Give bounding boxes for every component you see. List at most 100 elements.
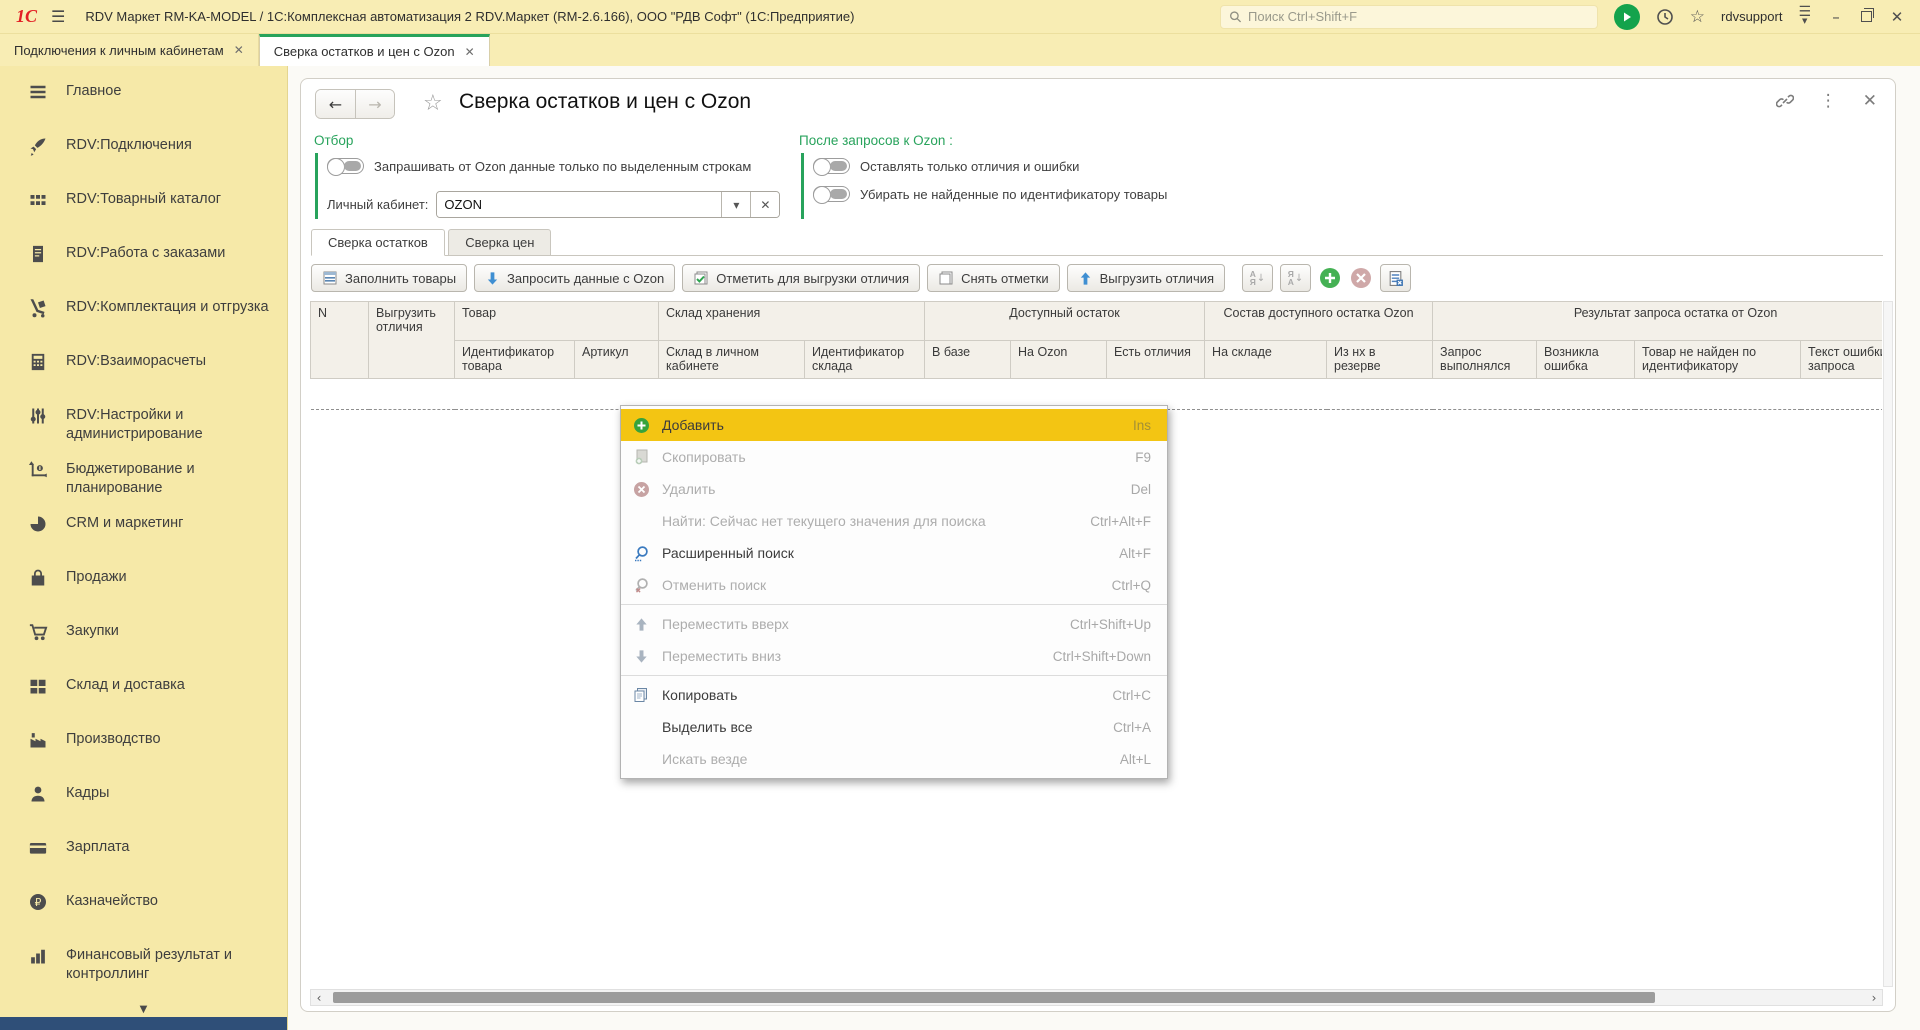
sidebar-item-shipping[interactable]: RDV:Комплектация и отгрузка bbox=[0, 298, 287, 336]
col-in-reserve[interactable]: Из нх в резерве bbox=[1327, 341, 1433, 379]
search-input[interactable] bbox=[1248, 9, 1589, 24]
sidebar-item-sales[interactable]: Продажи bbox=[0, 568, 287, 606]
col-error-occurred[interactable]: Возникла ошибка bbox=[1537, 341, 1635, 379]
menu-item-delete[interactable]: Удалить Del bbox=[621, 473, 1167, 505]
play-button[interactable] bbox=[1614, 4, 1640, 30]
vertical-scrollbar[interactable] bbox=[1883, 301, 1893, 987]
group-available-stock[interactable]: Доступный остаток bbox=[925, 302, 1205, 341]
col-in-base[interactable]: В базе bbox=[925, 341, 1011, 379]
sidebar-item-catalog[interactable]: RDV:Товарный каталог bbox=[0, 190, 287, 228]
col-error-text[interactable]: Текст ошибки запроса bbox=[1801, 341, 1882, 379]
menu-item-move-down[interactable]: Переместить вниз Ctrl+Shift+Down bbox=[621, 640, 1167, 672]
subtab-prices[interactable]: Сверка цен bbox=[448, 229, 551, 256]
sidebar-expand-icon[interactable]: ▼ bbox=[0, 1004, 287, 1015]
menu-item-search-everywhere[interactable]: Искать везде Alt+L bbox=[621, 743, 1167, 775]
after-section-bar bbox=[801, 153, 804, 219]
sidebar-item-purchases[interactable]: Закупки bbox=[0, 622, 287, 660]
maximize-button[interactable] bbox=[1861, 11, 1872, 22]
col-request-done[interactable]: Запрос выполнялся bbox=[1433, 341, 1537, 379]
group-warehouse[interactable]: Склад хранения bbox=[659, 302, 925, 341]
minimize-button[interactable]: – bbox=[1827, 8, 1845, 26]
sidebar-item-settlements[interactable]: RDV:Взаиморасчеты bbox=[0, 352, 287, 390]
more-menu-icon[interactable]: ⋮ bbox=[1820, 91, 1837, 111]
user-menu-icon[interactable]: ☰ ▼ bbox=[1798, 8, 1811, 25]
current-user[interactable]: rdvsupport bbox=[1721, 9, 1782, 24]
sidebar-item-production[interactable]: Производство bbox=[0, 730, 287, 768]
menu-item-move-up[interactable]: Переместить вверх Ctrl+Shift+Up bbox=[621, 608, 1167, 640]
toggle-switch[interactable] bbox=[813, 186, 850, 202]
col-not-found[interactable]: Товар не найден по идентификатору bbox=[1635, 341, 1801, 379]
export-button[interactable] bbox=[1380, 264, 1411, 292]
cabinet-clear-icon[interactable]: ✕ bbox=[750, 192, 779, 217]
col-on-ozon[interactable]: На Ozon bbox=[1011, 341, 1107, 379]
request-data-button[interactable]: Запросить данные с Ozon bbox=[474, 264, 675, 292]
tab-connections[interactable]: Подключения к личным кабинетам ✕ bbox=[0, 34, 259, 66]
menu-item-advanced-search[interactable]: Расширенный поиск Alt+F bbox=[621, 537, 1167, 569]
mark-differences-button[interactable]: Отметить для выгрузки отличия bbox=[682, 264, 920, 292]
favorites-star-icon[interactable]: ☆ bbox=[1690, 7, 1705, 27]
sidebar-item-salary[interactable]: Зарплата bbox=[0, 838, 287, 876]
scrollbar-thumb[interactable] bbox=[333, 992, 1655, 1003]
sidebar-item-finresult[interactable]: Финансовый результат и контроллинг bbox=[0, 946, 287, 984]
toggle-remove-not-found[interactable]: Убирать не найденные по идентификатору т… bbox=[813, 186, 1167, 202]
cabinet-input[interactable] bbox=[437, 192, 721, 217]
col-upload-diff[interactable]: Выгрузить отличия bbox=[369, 302, 455, 379]
close-page-icon[interactable]: ✕ bbox=[1863, 91, 1877, 111]
history-icon[interactable] bbox=[1656, 8, 1674, 26]
group-ozon-stock-composition[interactable]: Состав доступного остатка Ozon bbox=[1205, 302, 1433, 341]
col-product-id[interactable]: Идентификатор товара bbox=[455, 341, 575, 379]
tab-close-icon[interactable]: ✕ bbox=[234, 43, 244, 57]
upload-differences-button[interactable]: Выгрузить отличия bbox=[1067, 264, 1225, 292]
horizontal-scrollbar[interactable]: ‹ › bbox=[310, 989, 1883, 1006]
sidebar-item-warehouse[interactable]: Склад и доставка bbox=[0, 676, 287, 714]
group-product[interactable]: Товар bbox=[455, 302, 659, 341]
sidebar-item-main[interactable]: Главное bbox=[0, 82, 287, 120]
person-icon bbox=[28, 784, 48, 804]
sidebar-item-connections[interactable]: RDV:Подключения bbox=[0, 136, 287, 174]
back-button[interactable]: ← bbox=[316, 90, 355, 118]
close-window-button[interactable]: ✕ bbox=[1888, 8, 1906, 26]
col-has-differences[interactable]: Есть отличия bbox=[1107, 341, 1205, 379]
sidebar-item-budgeting[interactable]: Бюджетирование и планирование bbox=[0, 460, 287, 498]
cabinet-dropdown-icon[interactable]: ▾ bbox=[721, 192, 750, 217]
sidebar-item-hr[interactable]: Кадры bbox=[0, 784, 287, 822]
scroll-right-icon[interactable]: › bbox=[1866, 990, 1882, 1005]
main-menu-icon[interactable]: ☰ bbox=[51, 7, 65, 26]
tab-label: Сверка остатков и цен с Ozon bbox=[274, 44, 455, 59]
tab-reconciliation[interactable]: Сверка остатков и цен с Ozon ✕ bbox=[259, 34, 490, 66]
sort-asc-button[interactable]: АЯ ↓ bbox=[1242, 264, 1273, 292]
menu-item-select-all[interactable]: Выделить все Ctrl+A bbox=[621, 711, 1167, 743]
sort-desc-button[interactable]: ЯА ↓ bbox=[1280, 264, 1311, 292]
add-row-button[interactable] bbox=[1318, 266, 1342, 290]
menu-item-copy[interactable]: Копировать Ctrl+C bbox=[621, 679, 1167, 711]
favorite-star-icon[interactable]: ☆ bbox=[423, 91, 443, 116]
toggle-switch[interactable] bbox=[327, 158, 364, 174]
delete-row-button[interactable] bbox=[1349, 266, 1373, 290]
menu-item-copy-new[interactable]: Скопировать F9 bbox=[621, 441, 1167, 473]
toggle-switch[interactable] bbox=[813, 158, 850, 174]
group-ozon-request-result[interactable]: Результат запроса остатка от Ozon bbox=[1433, 302, 1882, 341]
col-warehouse-id[interactable]: Идентификатор склада bbox=[805, 341, 925, 379]
menu-item-cancel-search[interactable]: Отменить поиск Ctrl+Q bbox=[621, 569, 1167, 601]
col-n[interactable]: N bbox=[311, 302, 369, 379]
link-icon[interactable] bbox=[1776, 92, 1794, 110]
tab-close-icon[interactable]: ✕ bbox=[465, 45, 475, 59]
col-cabinet-warehouse[interactable]: Склад в личном кабинете bbox=[659, 341, 805, 379]
cabinet-combo[interactable]: ▾ ✕ bbox=[436, 191, 780, 218]
subtab-stock[interactable]: Сверка остатков bbox=[311, 229, 445, 256]
toggle-selected-rows[interactable]: Запрашивать от Ozon данные только по выд… bbox=[327, 158, 751, 174]
unmark-button[interactable]: Снять отметки bbox=[927, 264, 1059, 292]
toggle-only-differences[interactable]: Оставлять только отличия и ошибки bbox=[813, 158, 1079, 174]
col-article[interactable]: Артикул bbox=[575, 341, 659, 379]
menu-item-add[interactable]: Добавить Ins bbox=[621, 409, 1167, 441]
sidebar-item-treasury[interactable]: ₽ Казначейство bbox=[0, 892, 287, 930]
sidebar-item-crm[interactable]: CRM и маркетинг bbox=[0, 514, 287, 552]
col-on-warehouse[interactable]: На складе bbox=[1205, 341, 1327, 379]
sidebar-item-orders[interactable]: RDV:Работа с заказами bbox=[0, 244, 287, 282]
menu-item-find[interactable]: Найти: Сейчас нет текущего значения для … bbox=[621, 505, 1167, 537]
fill-items-button[interactable]: Заполнить товары bbox=[311, 264, 467, 292]
sidebar-item-administration[interactable]: RDV:Настройки и администрирование bbox=[0, 406, 287, 444]
forward-button[interactable]: → bbox=[355, 90, 394, 118]
scroll-left-icon[interactable]: ‹ bbox=[311, 990, 327, 1005]
global-search[interactable] bbox=[1220, 5, 1598, 29]
